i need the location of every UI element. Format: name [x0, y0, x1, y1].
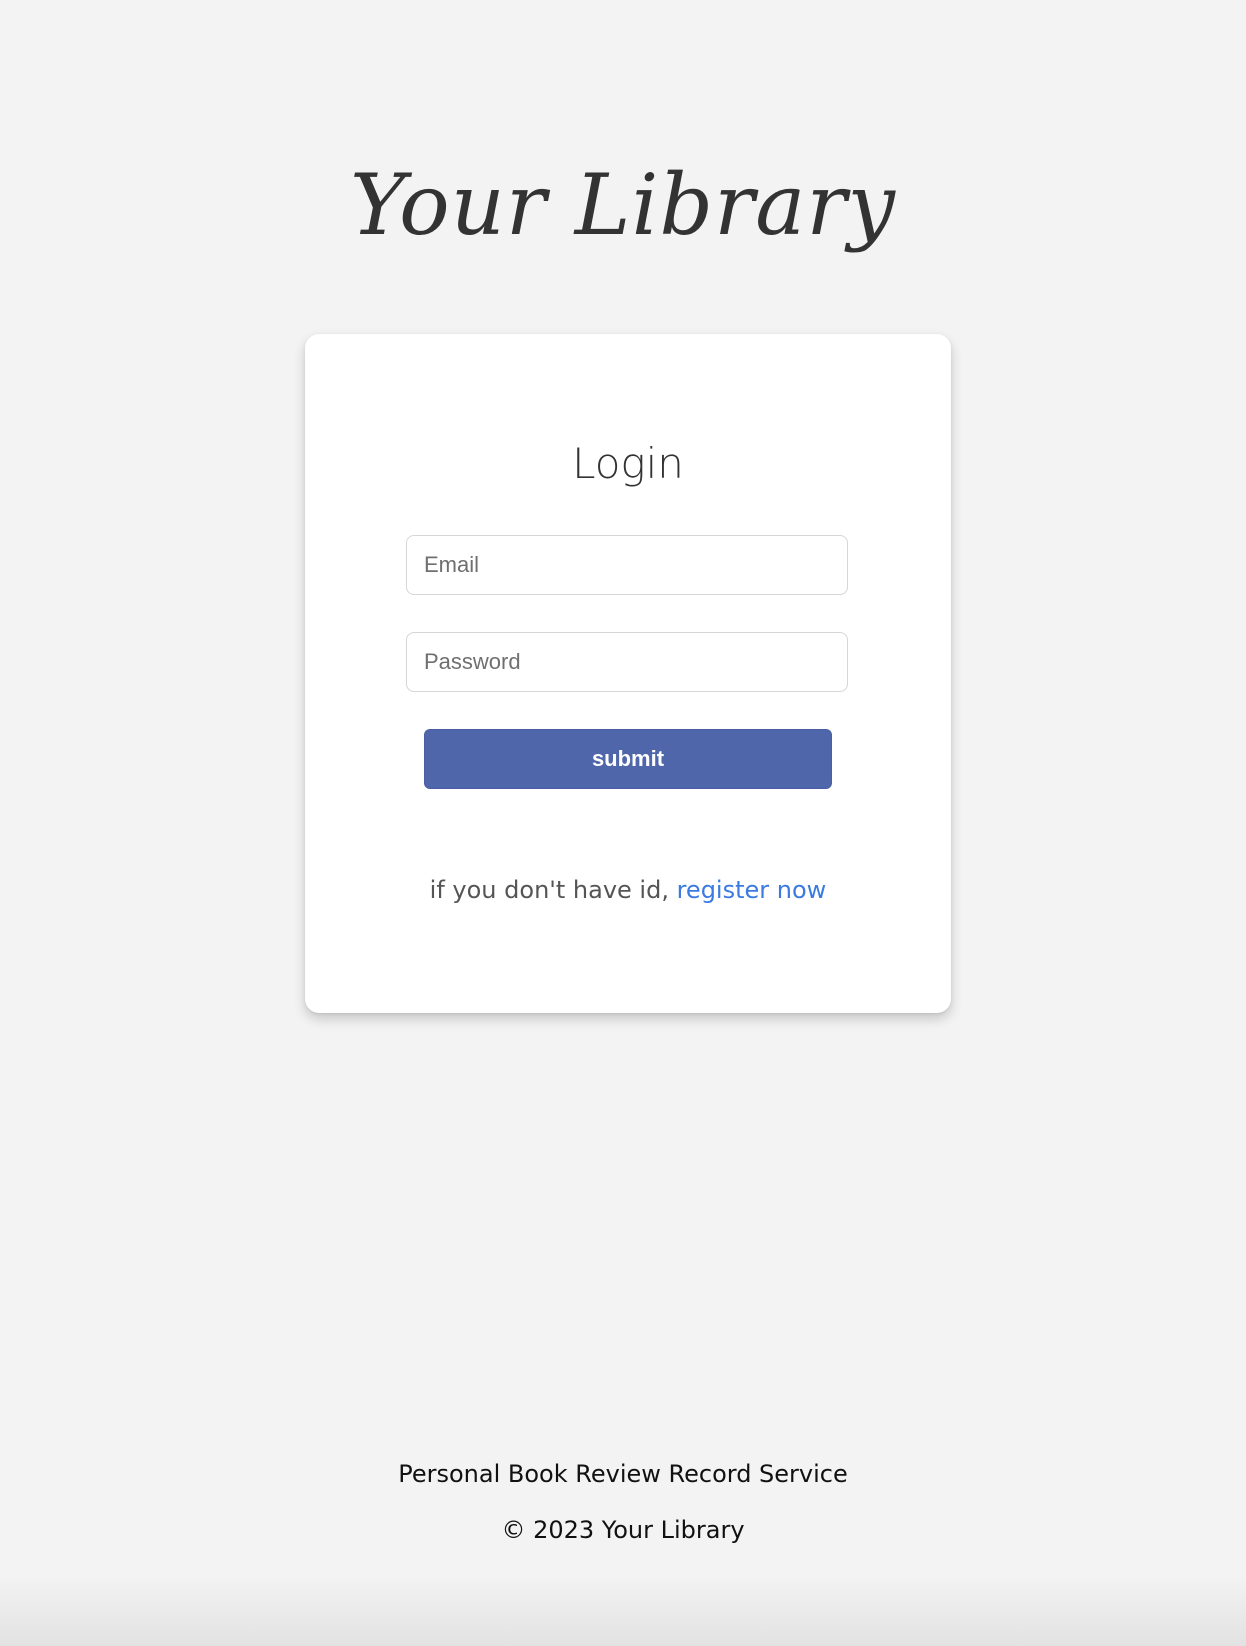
footer-copyright: © 2023 Your Library	[501, 1516, 745, 1544]
register-prompt-text: if you don't have id,	[429, 876, 677, 904]
login-title: Login	[572, 439, 684, 488]
register-link[interactable]: register now	[677, 876, 827, 904]
password-field[interactable]	[406, 632, 848, 692]
submit-button[interactable]: submit	[424, 729, 832, 789]
login-card: Login submit if you don't have id, regis…	[305, 334, 951, 1013]
footer: Personal Book Review Record Service © 20…	[0, 1456, 1246, 1548]
footer-tagline: Personal Book Review Record Service	[398, 1460, 848, 1488]
site-logo[interactable]: Your Library	[0, 150, 1246, 260]
login-page: Your Library Login submit if you don't h…	[0, 0, 1246, 1646]
bottom-shadow	[0, 1576, 1246, 1646]
email-field[interactable]	[406, 535, 848, 595]
register-prompt: if you don't have id, register now	[305, 874, 951, 906]
